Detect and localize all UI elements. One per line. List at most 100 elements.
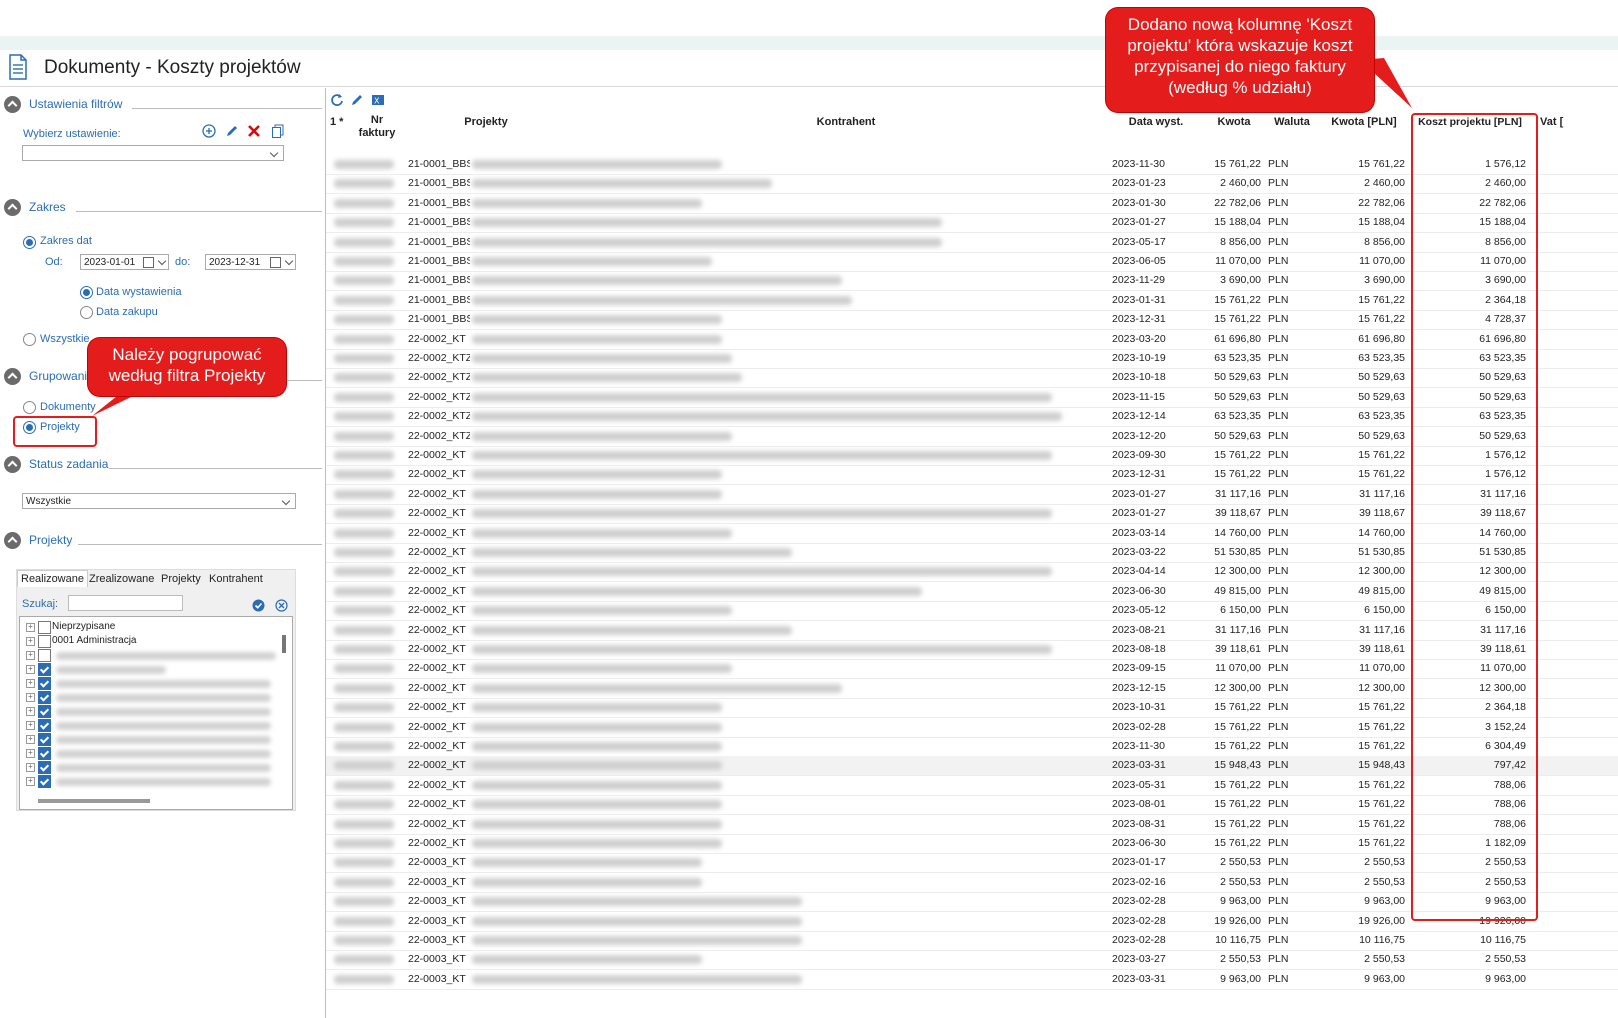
tree-item[interactable]: + (26, 649, 281, 662)
section-range[interactable]: Zakres (4, 199, 322, 217)
table-row[interactable]: 22-0003_KT 2023-03-31 9 963,00 PLN 9 963,00 9… (326, 970, 1618, 990)
tree-item[interactable]: + (26, 747, 281, 760)
refresh-icon[interactable] (330, 93, 344, 107)
tree-item[interactable]: + (26, 719, 281, 732)
setting-select[interactable] (22, 145, 284, 161)
section-projects[interactable]: Projekty (4, 532, 322, 550)
header-nr-faktury[interactable]: Nr faktury (354, 114, 400, 140)
row-details-redacted (472, 645, 1052, 654)
cell-kwota: 15 761,22 (1214, 293, 1261, 306)
date-purchase-radio[interactable] (80, 306, 93, 319)
row-details-redacted (472, 237, 942, 247)
tab-kontrahent[interactable]: Kontrahent (206, 571, 266, 587)
cell-kwota: 39 118,67 (1215, 507, 1261, 520)
cell-nr: 21-0001_BBS (408, 274, 470, 287)
apply-icon[interactable] (252, 599, 265, 612)
tab-zrealizowane[interactable]: Zrealizowane (86, 571, 157, 587)
tree-item[interactable]: + (26, 677, 281, 690)
collapse-icon[interactable] (4, 456, 21, 473)
delete-icon[interactable] (247, 124, 261, 138)
cell-nr: 22-0003_KT (408, 972, 466, 985)
table-row[interactable]: 22-0003_KT 2023-02-28 10 116,75 PLN 10 116,7… (326, 931, 1618, 951)
to-date-input[interactable]: 2023-12-31 (205, 254, 296, 270)
tree-item[interactable]: + (26, 691, 281, 704)
edit-icon[interactable] (350, 93, 364, 107)
row-id-redacted (334, 237, 394, 247)
tree-item[interactable]: + (26, 761, 281, 774)
row-details-redacted (472, 780, 722, 790)
header-kwota[interactable]: Kwota (1206, 116, 1262, 128)
cell-nr: 22-0002_KT (408, 526, 466, 539)
group-documents-label: Dokumenty (40, 401, 96, 413)
header-projekty[interactable]: Projekty (446, 116, 526, 128)
row-id-redacted (334, 179, 394, 189)
from-label: Od: (45, 256, 63, 268)
cell-waluta: PLN (1268, 390, 1289, 403)
cell-kwota: 2 460,00 (1220, 177, 1261, 190)
range-dates-label: Zakres dat (40, 235, 92, 247)
cell-kwota-pln: 2 460,00 (1364, 177, 1405, 190)
cell-nr: 22-0002_KT (408, 546, 466, 558)
header-data-wyst[interactable]: Data wyst. (1116, 116, 1196, 128)
cell-data: 2023-10-19 (1112, 352, 1166, 364)
status-select[interactable]: Wszystkie (22, 493, 296, 509)
from-date-input[interactable]: 2023-01-01 (80, 254, 169, 270)
row-id-redacted (334, 160, 394, 169)
cell-nr: 22-0002_KTZ (408, 410, 470, 423)
date-issue-radio[interactable] (80, 286, 93, 299)
cell-nr: 22-0002_KT (408, 720, 466, 733)
cell-data: 2023-01-27 (1112, 216, 1166, 229)
calendar-icon[interactable] (143, 257, 154, 268)
collapse-icon[interactable] (4, 199, 21, 216)
table-row[interactable]: 22-0003_KT 2023-03-27 2 550,53 PLN 2 550,53 2… (326, 950, 1618, 971)
tab-realizowane[interactable]: Realizowane (17, 570, 88, 587)
calendar-icon[interactable] (270, 257, 281, 268)
cell-kwota: 15 761,22 (1214, 158, 1261, 170)
cell-waluta: PLN (1268, 604, 1289, 617)
row-id-redacted (334, 664, 394, 674)
header-kontrahent[interactable]: Kontrahent (786, 116, 906, 128)
cell-waluta: PLN (1268, 914, 1289, 927)
collapse-icon[interactable] (4, 96, 21, 113)
tree-item[interactable]: + (26, 775, 281, 788)
range-dates-radio[interactable] (23, 236, 36, 249)
header-vat[interactable]: Vat [ (1540, 116, 1570, 128)
horizontal-scrollbar[interactable] (38, 799, 150, 803)
tree-item[interactable]: +0001 Administracja (26, 635, 281, 648)
tree-item[interactable]: + (26, 705, 281, 718)
cell-data: 2023-12-14 (1112, 410, 1166, 423)
row-id-redacted (334, 392, 394, 402)
cell-kwota: 15 761,22 (1214, 817, 1261, 830)
row-details-redacted (472, 451, 1052, 460)
cell-kwota: 50 529,63 (1214, 371, 1261, 384)
row-id-redacted (334, 586, 394, 596)
collapse-icon[interactable] (4, 532, 21, 549)
vertical-scrollbar[interactable] (282, 635, 286, 653)
cell-waluta: PLN (1268, 526, 1289, 539)
tree-item[interactable]: + (26, 663, 281, 676)
cell-kwota: 61 696,80 (1214, 332, 1261, 345)
row-details-redacted (472, 548, 792, 557)
cell-kwota-pln: 15 761,22 (1358, 449, 1405, 461)
group-documents-radio[interactable] (23, 401, 36, 414)
cell-data: 2023-11-29 (1112, 274, 1165, 287)
cell-waluta: PLN (1268, 740, 1289, 752)
excel-icon[interactable]: X (371, 93, 385, 107)
edit-icon[interactable] (225, 124, 239, 138)
tree-item[interactable]: + (26, 733, 281, 746)
all-radio[interactable] (23, 333, 36, 346)
search-input[interactable] (68, 595, 183, 611)
cell-kwota: 8 856,00 (1220, 235, 1261, 248)
row-id-redacted (334, 373, 394, 383)
copy-icon[interactable] (271, 124, 285, 138)
clear-icon[interactable] (275, 599, 288, 612)
tree-item[interactable]: + Nieprzypisane (26, 621, 281, 634)
header-kwota-pln[interactable]: Kwota [PLN] (1324, 116, 1404, 128)
collapse-icon[interactable] (4, 368, 21, 385)
tab-projekty[interactable]: Projekty (158, 571, 204, 587)
section-status[interactable]: Status zadania (4, 456, 322, 474)
section-filters[interactable]: Ustawienia filtrów (4, 96, 322, 114)
add-icon[interactable] (202, 124, 216, 138)
header-select[interactable]: 1 * (330, 116, 350, 128)
header-waluta[interactable]: Waluta (1266, 116, 1318, 128)
